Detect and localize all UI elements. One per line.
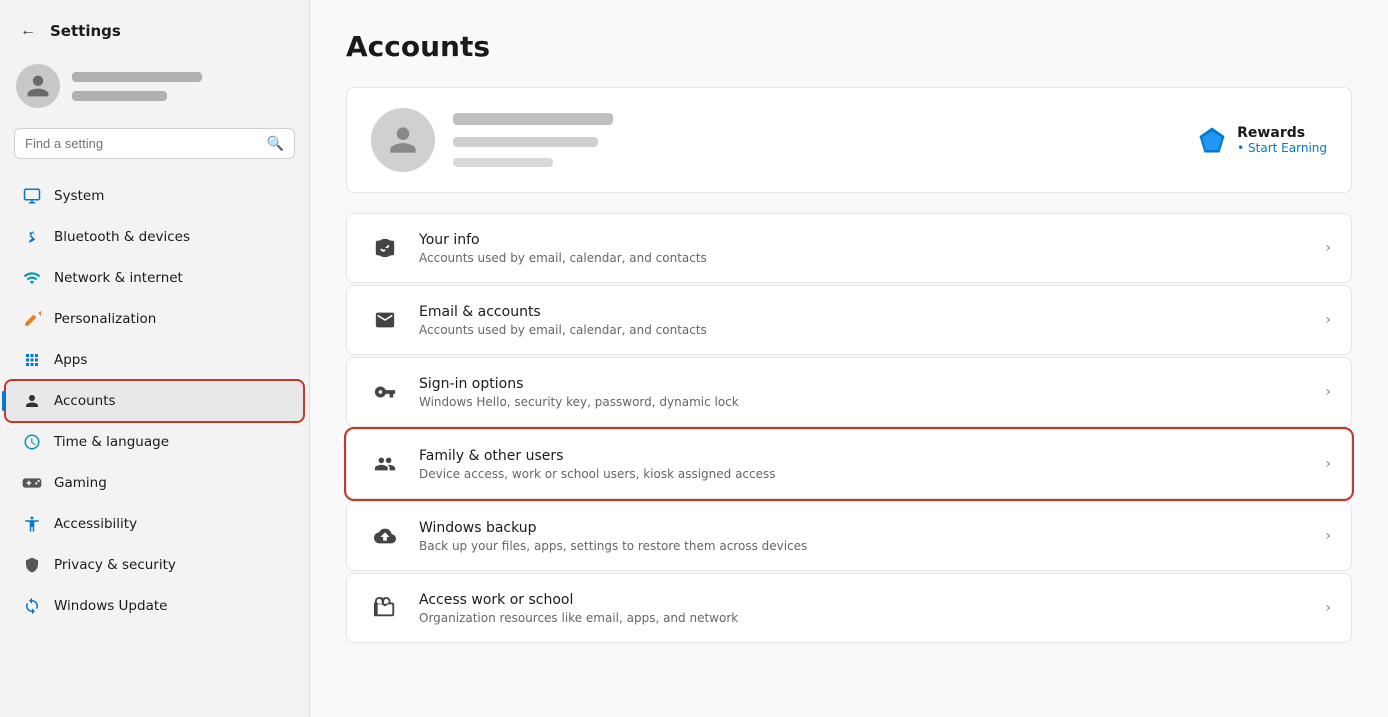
settings-item-windows-backup[interactable]: Windows backup Back up your files, apps,… [346, 501, 1352, 571]
access-work-icon [367, 590, 403, 626]
settings-item-text-access-work: Access work or school Organization resou… [419, 592, 1325, 625]
account-profile-card: Rewards • Start Earning [346, 87, 1352, 193]
windows-backup-icon [367, 518, 403, 554]
sidebar-item-label-windows-update: Windows Update [54, 598, 167, 614]
avatar-large [371, 108, 435, 172]
account-type-blur [453, 158, 553, 167]
sidebar-item-label-personalization: Personalization [54, 311, 156, 327]
your-info-icon [367, 230, 403, 266]
settings-item-your-info[interactable]: Your info Accounts used by email, calend… [346, 213, 1352, 283]
apps-icon [22, 350, 42, 370]
settings-item-text-your-info: Your info Accounts used by email, calend… [419, 232, 1325, 265]
sidebar-item-personalization[interactable]: Personalization [6, 299, 303, 339]
sidebar-item-system[interactable]: System [6, 176, 303, 216]
sidebar-item-gaming[interactable]: Gaming [6, 463, 303, 503]
windows-backup-chevron: › [1325, 528, 1331, 544]
sidebar: ← Settings 🔍 System Bluet [0, 0, 310, 717]
sidebar-item-label-apps: Apps [54, 352, 87, 368]
network-icon [22, 268, 42, 288]
settings-item-text-family-users: Family & other users Device access, work… [419, 448, 1325, 481]
settings-item-text-email: Email & accounts Accounts used by email,… [419, 304, 1325, 337]
sidebar-item-apps[interactable]: Apps [6, 340, 303, 380]
email-accounts-icon [367, 302, 403, 338]
sidebar-item-privacy[interactable]: Privacy & security [6, 545, 303, 585]
name-blur-2 [72, 91, 167, 101]
sidebar-item-windows-update[interactable]: Windows Update [6, 586, 303, 626]
accessibility-icon [22, 514, 42, 534]
system-icon [22, 186, 42, 206]
account-profile-left [371, 108, 613, 172]
account-info [453, 113, 613, 167]
rewards-subtitle: • Start Earning [1237, 141, 1327, 155]
active-indicator [2, 391, 5, 411]
user-name [72, 72, 202, 101]
sidebar-item-label-gaming: Gaming [54, 475, 107, 491]
back-button[interactable]: ← [16, 18, 40, 44]
personalization-icon [22, 309, 42, 329]
email-accounts-chevron: › [1325, 312, 1331, 328]
access-work-title: Access work or school [419, 592, 1325, 608]
name-blur-1 [72, 72, 202, 82]
sidebar-item-label-bluetooth: Bluetooth & devices [54, 229, 190, 245]
avatar [16, 64, 60, 108]
time-icon [22, 432, 42, 452]
your-info-title: Your info [419, 232, 1325, 248]
main-content: Accounts Rewards • Start Earning [310, 0, 1388, 717]
sidebar-item-time[interactable]: Time & language [6, 422, 303, 462]
access-work-chevron: › [1325, 600, 1331, 616]
sidebar-item-bluetooth[interactable]: Bluetooth & devices [6, 217, 303, 257]
family-users-desc: Device access, work or school users, kio… [419, 467, 1325, 481]
your-info-chevron: › [1325, 240, 1331, 256]
sidebar-header: ← Settings [0, 0, 309, 54]
rewards-icon [1197, 125, 1227, 155]
settings-item-sign-in[interactable]: Sign-in options Windows Hello, security … [346, 357, 1352, 427]
settings-list: Your info Accounts used by email, calend… [346, 213, 1352, 643]
sidebar-item-accounts[interactable]: Accounts [6, 381, 303, 421]
search-icon[interactable]: 🔍 [267, 135, 284, 152]
your-info-desc: Accounts used by email, calendar, and co… [419, 251, 1325, 265]
rewards-area: Rewards • Start Earning [1197, 125, 1327, 155]
privacy-icon [22, 555, 42, 575]
sidebar-item-label-accessibility: Accessibility [54, 516, 137, 532]
account-email-blur [453, 137, 598, 147]
family-users-icon [367, 446, 403, 482]
user-profile-area [0, 54, 309, 124]
sidebar-item-accessibility[interactable]: Accessibility [6, 504, 303, 544]
windows-backup-desc: Back up your files, apps, settings to re… [419, 539, 1325, 553]
sign-in-icon [367, 374, 403, 410]
sidebar-item-label-accounts: Accounts [54, 393, 116, 409]
settings-item-family-users[interactable]: Family & other users Device access, work… [346, 429, 1352, 499]
family-users-title: Family & other users [419, 448, 1325, 464]
windows-backup-title: Windows backup [419, 520, 1325, 536]
nav-items: System Bluetooth & devices Network & int… [0, 171, 309, 717]
sidebar-item-label-time: Time & language [54, 434, 169, 450]
sign-in-desc: Windows Hello, security key, password, d… [419, 395, 1325, 409]
settings-item-text-sign-in: Sign-in options Windows Hello, security … [419, 376, 1325, 409]
email-accounts-title: Email & accounts [419, 304, 1325, 320]
sidebar-item-label-network: Network & internet [54, 270, 183, 286]
sign-in-title: Sign-in options [419, 376, 1325, 392]
settings-item-text-windows-backup: Windows backup Back up your files, apps,… [419, 520, 1325, 553]
rewards-text: Rewards • Start Earning [1237, 125, 1327, 155]
search-box[interactable]: 🔍 [14, 128, 295, 159]
search-input[interactable] [25, 136, 259, 151]
settings-item-access-work[interactable]: Access work or school Organization resou… [346, 573, 1352, 643]
account-name-blur [453, 113, 613, 125]
gaming-icon [22, 473, 42, 493]
sidebar-item-label-privacy: Privacy & security [54, 557, 176, 573]
settings-item-email-accounts[interactable]: Email & accounts Accounts used by email,… [346, 285, 1352, 355]
rewards-title: Rewards [1237, 125, 1327, 141]
sign-in-chevron: › [1325, 384, 1331, 400]
windows-update-icon [22, 596, 42, 616]
settings-title: Settings [50, 22, 121, 40]
sidebar-item-network[interactable]: Network & internet [6, 258, 303, 298]
accounts-icon [22, 391, 42, 411]
page-title: Accounts [346, 30, 1352, 63]
sidebar-item-label-system: System [54, 188, 104, 204]
email-accounts-desc: Accounts used by email, calendar, and co… [419, 323, 1325, 337]
access-work-desc: Organization resources like email, apps,… [419, 611, 1325, 625]
bluetooth-icon [22, 227, 42, 247]
family-users-chevron: › [1325, 456, 1331, 472]
